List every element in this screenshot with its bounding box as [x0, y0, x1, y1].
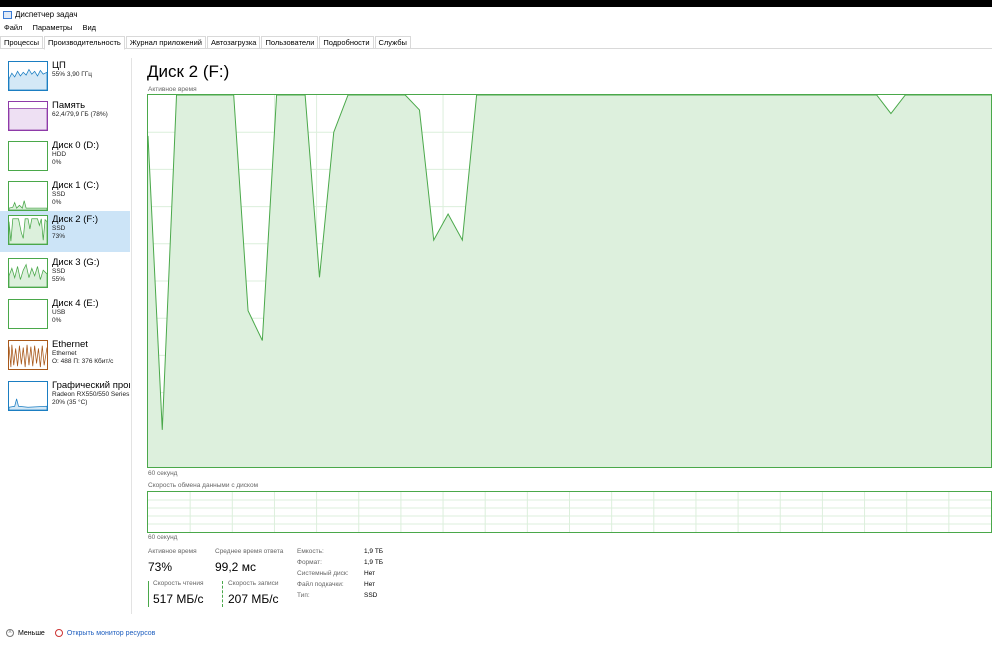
title-bar: Диспетчер задач	[0, 8, 992, 21]
disk-4-thumbnail-graph	[8, 299, 48, 329]
transfer-rate-graph-duration: 60 секунд	[148, 534, 178, 541]
sidebar-item-usage: О: 488 П: 376 Кбит/с	[52, 358, 114, 365]
disk-3-thumbnail-graph	[8, 258, 48, 288]
sidebar-item-name: Графический проц	[52, 381, 130, 391]
sidebar-item-name: Диск 1 (C:)	[52, 181, 100, 191]
menu-bar: Файл Параметры Вид	[0, 21, 102, 34]
sidebar-item-detail: 62,4/79,9 ГБ (78%)	[52, 111, 108, 118]
sidebar-item-usage: 0%	[52, 159, 62, 166]
sidebar-item-ethernet[interactable]: Ethernet Ethernet О: 488 П: 376 Кбит/с	[0, 337, 130, 377]
type-value: SSD	[364, 592, 378, 599]
menu-file[interactable]: Файл	[4, 23, 22, 32]
read-speed-legend-line	[148, 581, 149, 607]
sidebar-item-disk-2[interactable]: Диск 2 (F:) SSD 73%	[0, 211, 130, 252]
sidebar-item-type: SSD	[52, 225, 66, 232]
sidebar-item-cpu[interactable]: ЦП 55% 3,90 ГГц	[0, 58, 130, 98]
avg-response-value: 99,2 мс	[215, 560, 256, 574]
active-time-area	[148, 95, 991, 467]
sidebar-item-type: Ethernet	[52, 350, 77, 357]
active-time-value: 73%	[148, 560, 173, 574]
sidebar-item-type: Radeon RX550/550 Series	[52, 391, 130, 398]
active-time-graph-duration: 60 секунд	[148, 470, 178, 477]
sidebar-item-usage: 73%	[52, 233, 66, 240]
transfer-rate-graph-label: Скорость обмена данными с диском	[148, 482, 259, 489]
system-disk-label: Системный диск:	[297, 570, 349, 577]
avg-response-label: Среднее время ответа	[215, 548, 284, 555]
read-speed-value: 517 МБ/с	[153, 592, 204, 606]
screen-top-bar	[0, 0, 992, 7]
sidebar-item-usage: 0%	[52, 317, 62, 324]
sidebar-item-detail: 55% 3,90 ГГц	[52, 71, 93, 78]
disk-1-thumbnail-graph	[8, 181, 48, 211]
tab-services[interactable]: Службы	[374, 36, 411, 48]
open-resource-monitor-link[interactable]: Открыть монитор ресурсов	[67, 630, 156, 637]
read-speed-label: Скорость чтения	[153, 580, 204, 587]
system-disk-value: Нет	[364, 570, 376, 577]
sidebar-item-name: Память	[52, 101, 86, 111]
disk-2-thumbnail-graph	[8, 215, 48, 245]
sidebar-item-disk-3[interactable]: Диск 3 (G:) SSD 55%	[0, 255, 130, 295]
tab-performance[interactable]: Производительность	[44, 36, 125, 50]
sidebar-item-usage: 20% (35 °C)	[52, 399, 88, 406]
format-label: Формат:	[297, 559, 322, 566]
task-manager-icon	[3, 10, 12, 19]
sidebar-item-memory[interactable]: Память 62,4/79,9 ГБ (78%)	[0, 98, 130, 138]
sidebar-item-name: Диск 4 (E:)	[52, 299, 99, 309]
active-time-graph	[147, 94, 992, 468]
capacity-value: 1,9 ТБ	[364, 548, 384, 555]
sidebar-item-gpu[interactable]: Графический проц Radeon RX550/550 Series…	[0, 378, 130, 418]
menu-view[interactable]: Вид	[82, 23, 96, 32]
window-title: Диспетчер задач	[15, 10, 78, 19]
sidebar-item-type: SSD	[52, 268, 66, 275]
sidebar-item-name: Диск 3 (G:)	[52, 258, 100, 268]
performance-sidebar: ЦП 55% 3,90 ГГц Память 62,4/79,9 ГБ (78%…	[0, 58, 132, 614]
transfer-rate-graph	[147, 491, 992, 533]
gpu-thumbnail-graph	[8, 381, 48, 411]
sidebar-item-name: Диск 0 (D:)	[52, 141, 100, 151]
tab-bar: Процессы Производительность Журнал прило…	[0, 36, 992, 50]
footer-bar: ˄ Меньше Открыть монитор ресурсов	[0, 626, 155, 640]
capacity-label: Емкость:	[297, 548, 324, 555]
sidebar-item-disk-4[interactable]: Диск 4 (E:) USB 0%	[0, 296, 130, 336]
tab-users[interactable]: Пользователи	[261, 36, 319, 48]
format-value: 1,9 ТБ	[364, 559, 384, 566]
menu-options[interactable]: Параметры	[32, 23, 72, 32]
tab-processes[interactable]: Процессы	[0, 36, 44, 48]
fewer-details-link[interactable]: Меньше	[18, 630, 45, 637]
page-file-value: Нет	[364, 581, 376, 588]
write-speed-label: Скорость записи	[228, 580, 279, 587]
write-speed-value: 207 МБ/с	[228, 592, 279, 606]
sidebar-item-type: HDD	[52, 151, 67, 158]
disk-0-thumbnail-graph	[8, 141, 48, 171]
sidebar-item-type: USB	[52, 309, 66, 316]
write-speed-legend-line	[222, 581, 223, 607]
chevron-up-icon[interactable]: ˄	[6, 629, 14, 637]
ethernet-thumbnail-graph	[8, 340, 48, 370]
cpu-thumbnail-graph	[8, 61, 48, 91]
sidebar-item-usage: 0%	[52, 199, 62, 206]
sidebar-item-usage: 55%	[52, 276, 66, 283]
tab-startup[interactable]: Автозагрузка	[206, 36, 261, 48]
type-label: Тип:	[297, 592, 310, 599]
sidebar-item-type: SSD	[52, 191, 66, 198]
active-time-label: Активное время	[148, 548, 197, 555]
sidebar-item-name: Ethernet	[52, 340, 88, 350]
transfer-rate-chart-svg	[148, 492, 991, 532]
active-time-chart-svg	[148, 95, 991, 467]
sidebar-item-disk-0[interactable]: Диск 0 (D:) HDD 0%	[0, 138, 130, 178]
resource-monitor-icon	[54, 629, 63, 637]
memory-thumbnail-graph	[8, 101, 48, 131]
sidebar-item-name: Диск 2 (F:)	[52, 215, 98, 225]
active-time-graph-label: Активное время	[148, 86, 197, 93]
tab-details[interactable]: Подробности	[319, 36, 374, 48]
disk-title: Диск 2 (F:)	[147, 62, 230, 81]
tab-app-history[interactable]: Журнал приложений	[125, 36, 206, 48]
sidebar-item-name: ЦП	[52, 61, 66, 71]
page-file-label: Файл подкачки:	[297, 581, 344, 588]
